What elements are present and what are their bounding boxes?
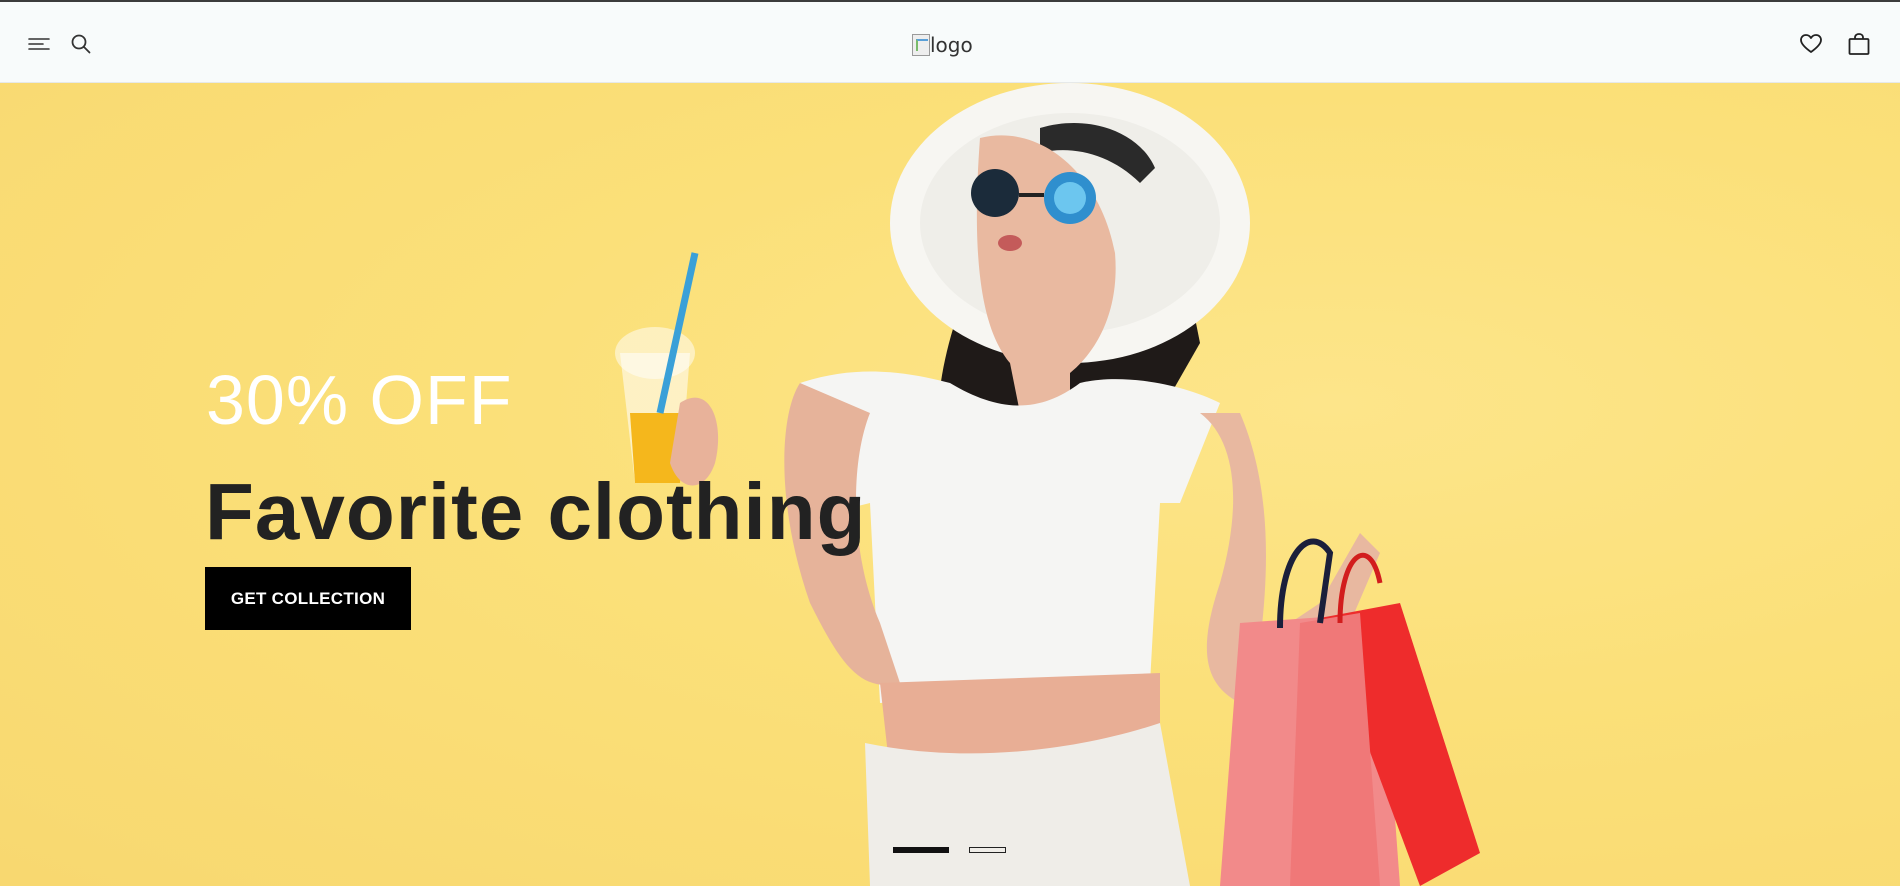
slide-dot-1[interactable] [893,847,949,853]
broken-image-icon [912,34,930,56]
slide-dot-2[interactable] [969,847,1006,853]
logo[interactable]: logo [912,31,973,59]
heart-icon[interactable] [1798,31,1824,57]
slider-pagination [893,847,1006,853]
logo-alt-text: logo [930,33,973,57]
search-icon[interactable] [68,31,94,57]
promo-text: 30% OFF [206,361,513,439]
hero-banner: 30% OFF Favorite clothing GET COLLECTION [0,83,1900,886]
hero-headline: Favorite clothing [205,467,867,556]
shopping-bag-icon[interactable] [1846,31,1872,57]
menu-icon[interactable] [26,31,52,57]
site-header: logo [0,2,1900,83]
get-collection-button[interactable]: GET COLLECTION [205,567,411,630]
